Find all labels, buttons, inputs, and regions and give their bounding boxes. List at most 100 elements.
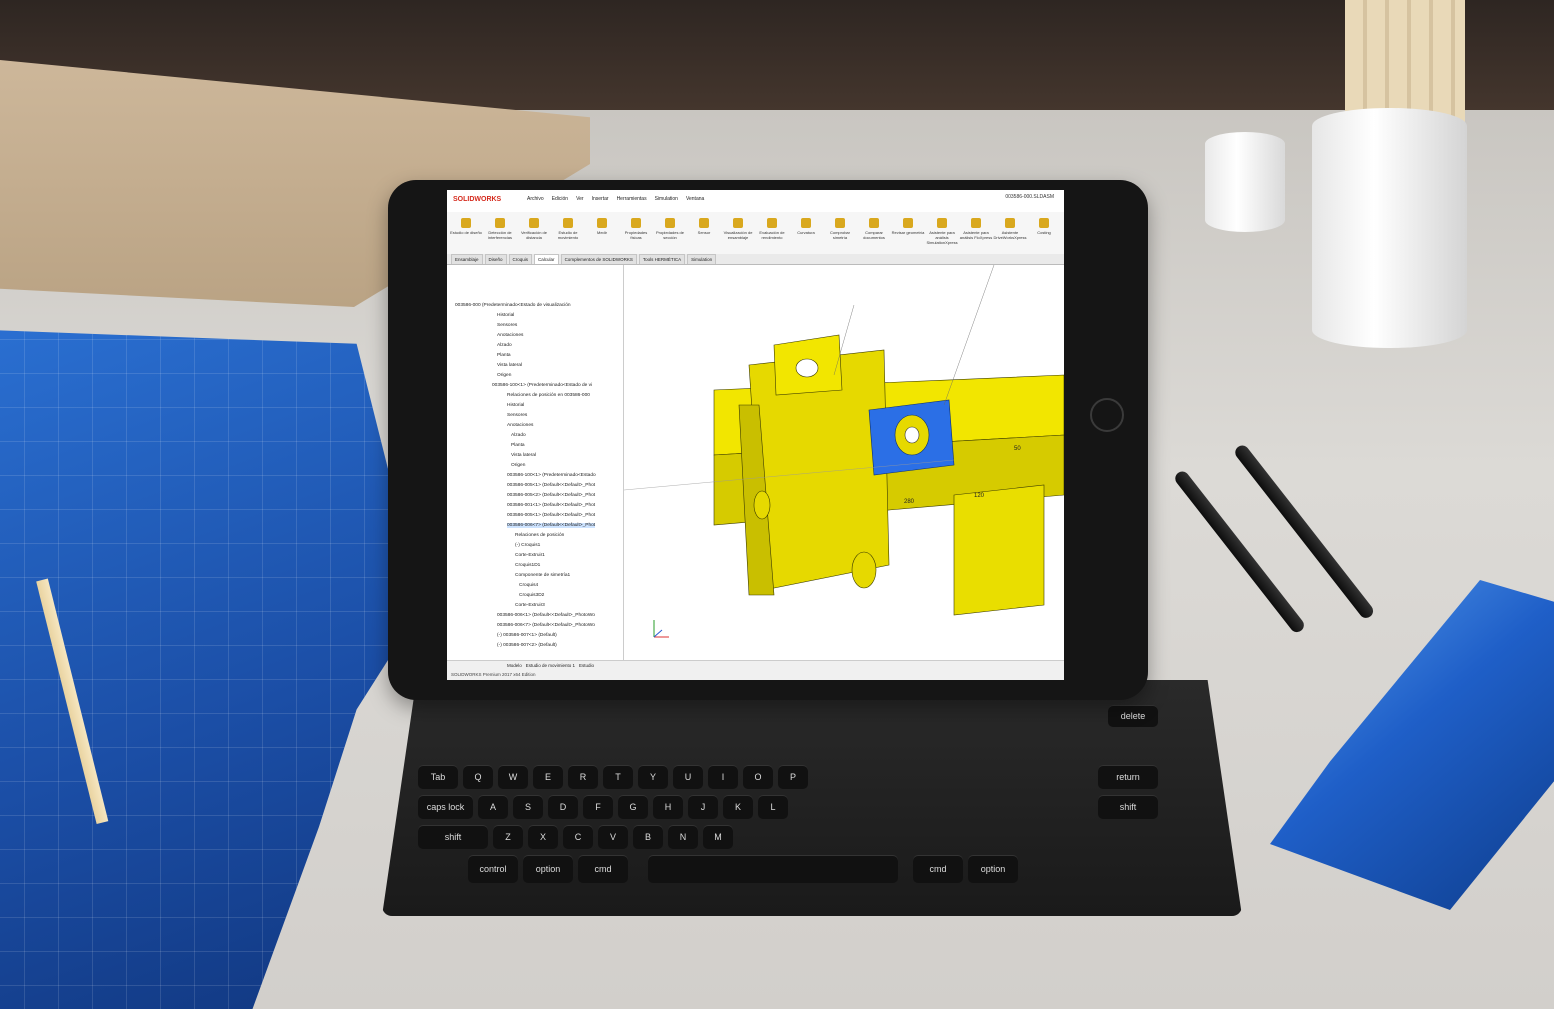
key[interactable]: control [468, 855, 518, 883]
tree-item[interactable]: Planta [497, 353, 511, 358]
ribbon-button[interactable]: Comparar documentos [857, 216, 891, 250]
key[interactable]: option [968, 855, 1018, 883]
tree-item[interactable]: Anotaciones [507, 423, 533, 428]
tree-item[interactable]: (-) 003586-007<2> (Default) [497, 643, 557, 648]
tree-item[interactable]: 003586-001<1> (Default<<Default>_Phot [507, 503, 595, 508]
tree-item[interactable]: Relaciones de posición [515, 533, 564, 538]
menu-item[interactable]: Edición [552, 196, 568, 202]
dimension-label[interactable]: 50 [1014, 446, 1021, 452]
tab-diseno[interactable]: Diseño [484, 254, 507, 264]
ribbon-button[interactable]: Verificación de distancia [517, 216, 551, 250]
tree-item[interactable]: Origen [511, 463, 525, 468]
key[interactable]: T [603, 765, 633, 789]
ribbon-button[interactable]: Asistente DriveWorksXpress [993, 216, 1027, 250]
key[interactable]: Q [463, 765, 493, 789]
ribbon-button[interactable]: Curvatura [789, 216, 823, 250]
tree-item[interactable]: Relaciones de posición en 003586-000 [507, 393, 590, 398]
tree-item[interactable]: Vista lateral [511, 453, 536, 458]
key[interactable]: J [688, 795, 718, 819]
key[interactable]: Tab [418, 765, 458, 789]
tab-modelo[interactable]: Modelo [507, 663, 522, 668]
tree-item[interactable]: 003586-005<2> (Default<<Default>_Phot [507, 493, 595, 498]
key[interactable]: R [568, 765, 598, 789]
key[interactable]: cmd [578, 855, 628, 883]
key[interactable]: cmd [913, 855, 963, 883]
menu-item[interactable]: Archivo [527, 196, 544, 202]
ribbon-button[interactable]: Visualización de ensamblaje [721, 216, 755, 250]
dimension-label[interactable]: 120 [974, 493, 985, 499]
tree-item[interactable]: Anotaciones [497, 333, 523, 338]
tree-item[interactable]: 003586-005<1> (Default<<Default>_Phot [507, 513, 595, 518]
tab-estudio-movimiento[interactable]: Estudio de movimiento 1 [526, 663, 575, 668]
key[interactable]: C [563, 825, 593, 849]
key[interactable]: K [723, 795, 753, 819]
tree-item[interactable]: 003586-006<7> (Default<<Default>_PhotoWo [497, 623, 595, 628]
tree-item[interactable]: 003586-005<1> (Default<<Default>_Phot [507, 483, 595, 488]
tree-item[interactable]: Planta [511, 443, 525, 448]
tab-ensamblaje[interactable]: Ensamblaje [451, 254, 483, 264]
tree-item[interactable]: 003586-100<1> (Predeterminado<Estado [507, 473, 596, 478]
tree-item[interactable]: Croquis3D2 [519, 593, 544, 598]
ribbon-button[interactable]: Asistente para análisis SimulationXpress [925, 216, 959, 250]
ribbon-button[interactable]: Comprobar simetría [823, 216, 857, 250]
key[interactable]: E [533, 765, 563, 789]
tree-item[interactable]: Croquis4 [519, 583, 538, 588]
key[interactable]: option [523, 855, 573, 883]
ribbon-button[interactable]: Propiedades físicas [619, 216, 653, 250]
graphics-area[interactable]: 280 120 50 [623, 264, 1064, 655]
key[interactable]: return [1098, 765, 1158, 789]
key[interactable]: G [618, 795, 648, 819]
key[interactable]: Y [638, 765, 668, 789]
tree-item[interactable]: Componente de simetría1 [515, 573, 570, 578]
tree-item[interactable]: Sensores [507, 413, 527, 418]
key[interactable]: caps lock [418, 795, 473, 819]
ribbon-button[interactable]: Revisar geometría [891, 216, 925, 250]
tree-item[interactable]: Alzado [497, 343, 512, 348]
tree-item[interactable]: 003586-006<1> (Default<<Default>_PhotoWo [497, 613, 595, 618]
tree-item[interactable]: (-) 003586-007<1> (Default) [497, 633, 557, 638]
tree-item[interactable]: Corte-Extruir1 [515, 553, 545, 558]
tree-item[interactable]: Historial [497, 313, 514, 318]
key[interactable]: F [583, 795, 613, 819]
key[interactable]: V [598, 825, 628, 849]
tab-tools-hermetica[interactable]: Tools HERMÉTICA [638, 254, 686, 264]
ribbon-button[interactable]: Costing [1027, 216, 1061, 250]
ribbon-button[interactable]: Evaluación de rendimiento [755, 216, 789, 250]
key[interactable]: S [513, 795, 543, 819]
tab-calcular[interactable]: Calcular [534, 254, 559, 264]
key[interactable]: D [548, 795, 578, 819]
menu-item[interactable]: Ventana [686, 196, 704, 202]
key[interactable]: N [668, 825, 698, 849]
tree-item-selected[interactable]: 003586-006<7> (Default<<Default>_Phot [507, 523, 596, 528]
tree-item[interactable]: Sensores [497, 323, 517, 328]
key[interactable]: W [498, 765, 528, 789]
tab-croquis[interactable]: Croquis [508, 254, 533, 264]
ribbon-button[interactable]: Estudio de diseño [449, 216, 483, 250]
ribbon-button[interactable]: Sensor [687, 216, 721, 250]
menu-item[interactable]: Ver [576, 196, 584, 202]
ribbon-button[interactable]: Medir [585, 216, 619, 250]
key[interactable]: O [743, 765, 773, 789]
tree-item[interactable]: Croquis1D1 [515, 563, 540, 568]
key[interactable]: I [708, 765, 738, 789]
ribbon-button[interactable]: Detección de interferencias [483, 216, 517, 250]
key[interactable]: A [478, 795, 508, 819]
tree-item[interactable]: 003586-100<1> (Predeterminado<Estado de … [492, 383, 592, 388]
key[interactable]: Z [493, 825, 523, 849]
tab-complementos[interactable]: Complementos de SOLIDWORKS [560, 254, 637, 264]
menu-item[interactable]: Herramientas [617, 196, 647, 202]
tab-simulation[interactable]: Simulation [687, 254, 717, 264]
key[interactable]: shift [418, 825, 488, 849]
tree-item[interactable]: 003586-000 (Predeterminado<Estado de vis… [455, 303, 571, 308]
key[interactable]: delete [1108, 705, 1158, 727]
key[interactable]: B [633, 825, 663, 849]
tree-item[interactable]: Origen [497, 373, 511, 378]
ribbon-button[interactable]: Asistente para análisis FloXpress [959, 216, 993, 250]
space-bar[interactable] [648, 855, 898, 883]
tab-estudio[interactable]: Estudio [579, 663, 594, 668]
key[interactable]: H [653, 795, 683, 819]
dimension-label[interactable]: 280 [904, 499, 915, 505]
tree-item[interactable]: Corte-Extruir3 [515, 603, 545, 608]
tree-item[interactable]: Historial [507, 403, 524, 408]
tree-item[interactable]: Alzado [511, 433, 526, 438]
